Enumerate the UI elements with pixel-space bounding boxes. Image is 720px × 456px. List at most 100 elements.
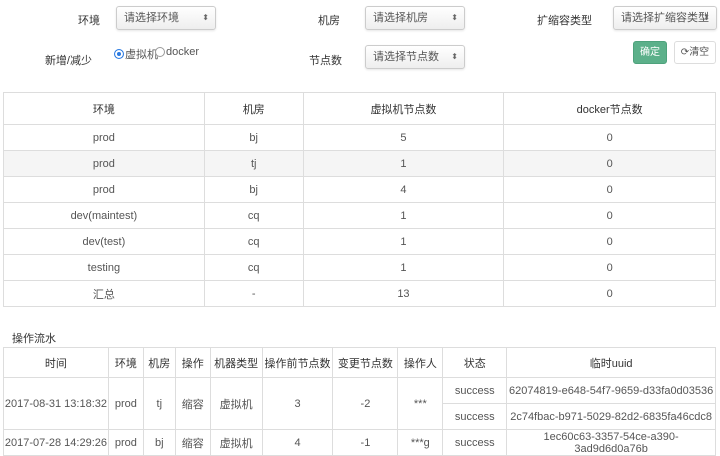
status-cell: success	[442, 429, 508, 456]
table-cell: bj	[203, 176, 304, 203]
select-arrows-icon: ⬍	[202, 13, 209, 22]
column-header: 环境	[107, 347, 144, 378]
column-header: 环境	[3, 92, 205, 125]
room-label: 机房	[318, 15, 340, 27]
table-cell: prod	[3, 176, 205, 203]
table-cell: 3	[261, 377, 334, 430]
uuid-cell: 1ec60c63-3357-54ce-a390-3ad9d6d0a76b	[506, 429, 716, 456]
radio-unchecked-icon	[155, 47, 165, 57]
column-header: 状态	[442, 347, 508, 378]
env-select-value: 请选择环境	[124, 12, 179, 24]
table-cell: dev(maintest)	[3, 202, 205, 229]
room-select[interactable]: 请选择机房 ⬍	[365, 6, 465, 30]
table-cell: 0	[503, 176, 716, 203]
table-header-row: 时间 环境 机房 操作 机器类型 操作前节点数 变更节点数 操作人 状态 临时uuid	[3, 347, 716, 378]
table-cell: ***	[397, 377, 444, 430]
table-cell: bj	[142, 429, 176, 456]
table-cell: ***g	[397, 429, 444, 456]
table-cell: 2017-07-28 14:29:26	[3, 429, 109, 456]
table-cell: prod	[3, 124, 205, 151]
column-header: 操作	[174, 347, 211, 378]
radio-vm[interactable]: 虚拟机	[114, 46, 158, 62]
env-label: 环境	[78, 15, 100, 27]
table-cell: 0	[503, 228, 716, 255]
log-table: 时间 环境 机房 操作 机器类型 操作前节点数 变更节点数 操作人 状态 临时uuid 2017-…	[3, 347, 716, 456]
table-row: 汇总 -13 0	[3, 280, 716, 307]
clear-label: 清空	[689, 47, 710, 58]
table-cell: 4	[302, 176, 505, 203]
radio-docker[interactable]: docker	[155, 46, 199, 58]
table-cell: 1	[302, 150, 505, 177]
select-arrows-icon: ⬍	[703, 13, 710, 22]
table-cell: 0	[503, 150, 716, 177]
select-arrows-icon: ⬍	[451, 52, 458, 61]
table-row: dev(maintest) cq 1 0	[3, 202, 716, 229]
summary-table: 环境 机房 虚拟机节点数 docker节点数 prod bj 5 0 prod tj 1 0 p…	[3, 92, 716, 307]
table-cell: 1	[302, 228, 505, 255]
table-row: 2017-08-31 13:18:32 prod tj 缩容 虚拟机 3 -2 *** succ…	[3, 377, 716, 430]
table-cell: cq	[203, 228, 304, 255]
status-cell: success	[442, 403, 508, 430]
column-header: 虚拟机节点数	[302, 92, 505, 125]
table-cell: prod	[107, 429, 144, 456]
column-header: 机器类型	[209, 347, 263, 378]
table-row: dev(test) cq 1 0	[3, 228, 716, 255]
change-label: 新增/减少	[44, 55, 92, 67]
table-cell: 4	[261, 429, 334, 456]
table-cell: 缩容	[174, 429, 211, 456]
table-cell: 缩容	[174, 377, 211, 430]
table-cell: -	[203, 280, 304, 307]
column-header: 操作前节点数	[261, 347, 334, 378]
table-cell: 0	[503, 280, 716, 307]
select-arrows-icon: ⬍	[451, 13, 458, 22]
log-title: 操作流水	[12, 333, 56, 345]
table-cell: prod	[107, 377, 144, 430]
radio-vm-label: 虚拟机	[125, 49, 158, 61]
column-header: 操作人	[397, 347, 444, 378]
column-header: 机房	[203, 92, 304, 125]
nodes-select[interactable]: 请选择节点数 ⬍	[365, 45, 465, 69]
table-row: prod bj 4 0	[3, 176, 716, 203]
table-row: testing cq 1 0	[3, 254, 716, 281]
table-cell: prod	[3, 150, 205, 177]
table-cell: 2017-08-31 13:18:32	[3, 377, 109, 430]
table-cell: dev(test)	[3, 228, 205, 255]
table-row: prod bj 5 0	[3, 124, 716, 151]
table-cell: tj	[142, 377, 176, 430]
table-cell: 0	[503, 254, 716, 281]
table-row: 2017-07-28 14:29:26 prod bj 缩容 虚拟机 4 -1 ***g suc…	[3, 429, 716, 456]
nodes-label: 节点数	[309, 55, 342, 67]
table-cell: 0	[503, 202, 716, 229]
room-select-value: 请选择机房	[373, 12, 428, 24]
column-header: docker节点数	[503, 92, 716, 125]
table-header-row: 环境 机房 虚拟机节点数 docker节点数	[3, 92, 716, 125]
table-cell: cq	[203, 254, 304, 281]
scale-type-label: 扩缩容类型	[537, 15, 592, 27]
refresh-icon: ⟳	[680, 47, 690, 58]
table-cell: 5	[302, 124, 505, 151]
table-cell: 汇总	[3, 280, 205, 307]
table-cell: 1	[302, 202, 505, 229]
clear-button[interactable]: ⟳清空	[674, 41, 716, 64]
table-cell: cq	[203, 202, 304, 229]
table-cell: 虚拟机	[209, 429, 263, 456]
table-cell: -1	[332, 429, 399, 456]
nodes-select-value: 请选择节点数	[373, 51, 439, 63]
uuid-cell: 62074819-e648-54f7-9659-d33fa0d03536	[506, 377, 716, 404]
scale-type-select[interactable]: 请选择扩缩容类型 ⬍	[613, 6, 717, 30]
table-row: prod tj 1 0	[3, 150, 716, 177]
table-cell: 虚拟机	[209, 377, 263, 430]
column-header: 机房	[142, 347, 176, 378]
radio-docker-label: docker	[166, 46, 200, 58]
table-cell: tj	[203, 150, 304, 177]
radio-checked-icon	[114, 49, 124, 59]
column-header: 临时uuid	[506, 347, 716, 378]
uuid-cell: 2c74fbac-b971-5029-82d2-6835fa46cdc8	[506, 403, 716, 430]
table-cell: 13	[302, 280, 505, 307]
scale-type-select-value: 请选择扩缩容类型	[621, 12, 709, 24]
confirm-button[interactable]: 确定	[633, 41, 667, 64]
table-cell: 0	[503, 124, 716, 151]
env-select[interactable]: 请选择环境 ⬍	[116, 6, 216, 30]
table-cell: -2	[332, 377, 399, 430]
column-header: 变更节点数	[332, 347, 399, 378]
